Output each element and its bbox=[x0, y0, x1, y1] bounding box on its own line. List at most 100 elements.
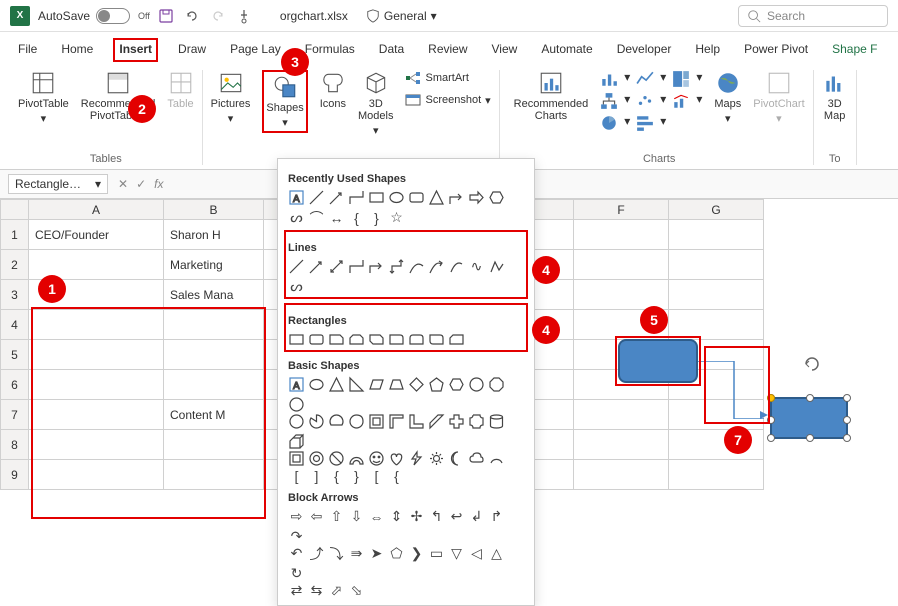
textbox-shape[interactable]: A bbox=[288, 376, 305, 393]
curved-left-shape[interactable]: ↶ bbox=[288, 545, 305, 562]
updown-arrow-shape[interactable]: ⇕ bbox=[388, 508, 405, 525]
curved-down-shape[interactable]: ⤵ bbox=[328, 545, 345, 562]
arrow-extra2[interactable]: ⇆ bbox=[308, 582, 325, 599]
hierarchy-chart-icon[interactable] bbox=[600, 92, 618, 110]
tab-powerpivot[interactable]: Power Pivot bbox=[740, 38, 812, 62]
octagon-shape[interactable] bbox=[488, 376, 505, 393]
arrow-line-icon[interactable] bbox=[328, 189, 345, 206]
quad-arrow-shape[interactable]: ✢ bbox=[408, 508, 425, 525]
brace-left-shape[interactable]: { bbox=[328, 467, 345, 484]
column-chart-icon[interactable] bbox=[600, 70, 618, 88]
icons-button[interactable]: Icons bbox=[320, 70, 346, 110]
parallelogram-shape[interactable] bbox=[368, 376, 385, 393]
brace-left-icon[interactable]: { bbox=[348, 209, 365, 226]
heptagon-shape[interactable] bbox=[468, 376, 485, 393]
smartart-button[interactable]: SmartArt bbox=[405, 70, 490, 86]
oval-shape[interactable] bbox=[308, 376, 325, 393]
tab-help[interactable]: Help bbox=[691, 38, 724, 62]
treemap-icon[interactable] bbox=[672, 70, 690, 88]
tab-shapeformat[interactable]: Shape F bbox=[828, 38, 881, 62]
freeform-curve-shape[interactable]: ∿ bbox=[468, 258, 485, 275]
pie-chart-icon[interactable] bbox=[600, 114, 618, 132]
tab-file[interactable]: File bbox=[14, 38, 41, 62]
double-arrow-icon[interactable]: ↔ bbox=[328, 209, 345, 226]
sensitivity-dropdown[interactable]: General ▾ bbox=[366, 9, 437, 23]
elbow-icon[interactable] bbox=[348, 189, 365, 206]
col-header-f[interactable]: F bbox=[574, 200, 669, 220]
cell[interactable] bbox=[669, 250, 764, 280]
line-arrow-shape[interactable] bbox=[308, 258, 325, 275]
cloud-shape[interactable] bbox=[468, 450, 485, 467]
toggle-icon[interactable] bbox=[96, 8, 130, 24]
rotate-handle-icon[interactable] bbox=[803, 355, 821, 373]
cube-shape[interactable] bbox=[288, 433, 305, 450]
cancel-formula-icon[interactable]: ✕ bbox=[118, 177, 128, 191]
cell[interactable] bbox=[669, 220, 764, 250]
star-icon[interactable]: ☆ bbox=[388, 209, 405, 226]
plus-shape[interactable] bbox=[448, 413, 465, 430]
callout-right-shape[interactable]: ▭ bbox=[428, 545, 445, 562]
snip-same-shape[interactable] bbox=[348, 331, 365, 348]
scribble-shape[interactable]: ᔕ bbox=[288, 278, 305, 295]
arc-shape[interactable] bbox=[488, 450, 505, 467]
tab-draw[interactable]: Draw bbox=[174, 38, 210, 62]
cell[interactable] bbox=[574, 430, 669, 460]
tab-insert[interactable]: Insert bbox=[113, 38, 158, 62]
striped-arrow-shape[interactable]: ⇛ bbox=[348, 545, 365, 562]
rect-icon[interactable] bbox=[368, 189, 385, 206]
col-header-b[interactable]: B bbox=[164, 200, 264, 220]
chord-shape[interactable] bbox=[328, 413, 345, 430]
can-shape[interactable] bbox=[488, 413, 505, 430]
cell[interactable]: Marketing bbox=[164, 250, 264, 280]
accept-formula-icon[interactable]: ✓ bbox=[136, 177, 146, 191]
line-chart-icon[interactable] bbox=[636, 70, 654, 88]
bracket-pair-shape[interactable]: [ bbox=[368, 467, 385, 484]
cell[interactable] bbox=[669, 460, 764, 490]
diamond-shape[interactable] bbox=[408, 376, 425, 393]
cell[interactable] bbox=[669, 280, 764, 310]
rectangle-object-2[interactable] bbox=[770, 397, 848, 439]
hexagon-icon[interactable] bbox=[488, 189, 505, 206]
combo-chart-icon[interactable] bbox=[672, 92, 690, 110]
uturn-arrow-shape[interactable]: ↩ bbox=[448, 508, 465, 525]
donut-shape[interactable] bbox=[308, 450, 325, 467]
elbow-arrow-shape[interactable] bbox=[368, 258, 385, 275]
fx-icon[interactable]: fx bbox=[154, 177, 163, 191]
scatter-chart-icon[interactable] bbox=[636, 92, 654, 110]
callout-up-shape[interactable]: △ bbox=[488, 545, 505, 562]
table-button[interactable]: Table bbox=[167, 70, 193, 110]
oval-icon[interactable] bbox=[388, 189, 405, 206]
bracket-right-shape[interactable]: ] bbox=[308, 467, 325, 484]
notched-arrow-shape[interactable]: ➤ bbox=[368, 545, 385, 562]
chevron-shape[interactable]: ❯ bbox=[408, 545, 425, 562]
curved-up-shape[interactable]: ⤴ bbox=[308, 545, 325, 562]
heart-shape[interactable] bbox=[388, 450, 405, 467]
left-arrow-shape[interactable]: ⇦ bbox=[308, 508, 325, 525]
bevel-shape[interactable] bbox=[288, 450, 305, 467]
block-arc-shape[interactable] bbox=[348, 450, 365, 467]
line-icon[interactable] bbox=[308, 189, 325, 206]
cell[interactable] bbox=[574, 460, 669, 490]
round-snip-shape[interactable] bbox=[448, 331, 465, 348]
dodecagon-shape[interactable] bbox=[288, 413, 305, 430]
tab-home[interactable]: Home bbox=[57, 38, 97, 62]
decagon-shape[interactable] bbox=[288, 396, 305, 413]
cell[interactable] bbox=[574, 250, 669, 280]
half-frame-shape[interactable] bbox=[388, 413, 405, 430]
curve-double-shape[interactable] bbox=[448, 258, 465, 275]
callout-left-shape[interactable]: ◁ bbox=[468, 545, 485, 562]
line-shape[interactable] bbox=[288, 258, 305, 275]
recommended-charts-button[interactable]: Recommended Charts bbox=[514, 70, 589, 122]
arc-icon[interactable]: ⌒ bbox=[308, 209, 325, 226]
round-single-shape[interactable] bbox=[388, 331, 405, 348]
name-box[interactable]: Rectangle…▾ bbox=[8, 174, 108, 194]
down-arrow-shape[interactable]: ⇩ bbox=[348, 508, 365, 525]
bracket-left-shape[interactable]: [ bbox=[288, 467, 305, 484]
tab-view[interactable]: View bbox=[488, 38, 522, 62]
col-header-g[interactable]: G bbox=[669, 200, 764, 220]
curved-right-shape[interactable]: ↷ bbox=[288, 528, 305, 545]
brace-pair-shape[interactable]: { bbox=[388, 467, 405, 484]
frame-shape[interactable] bbox=[368, 413, 385, 430]
elbow-double-shape[interactable] bbox=[388, 258, 405, 275]
leftright-arrow-shape[interactable]: ⇔ bbox=[368, 508, 385, 525]
